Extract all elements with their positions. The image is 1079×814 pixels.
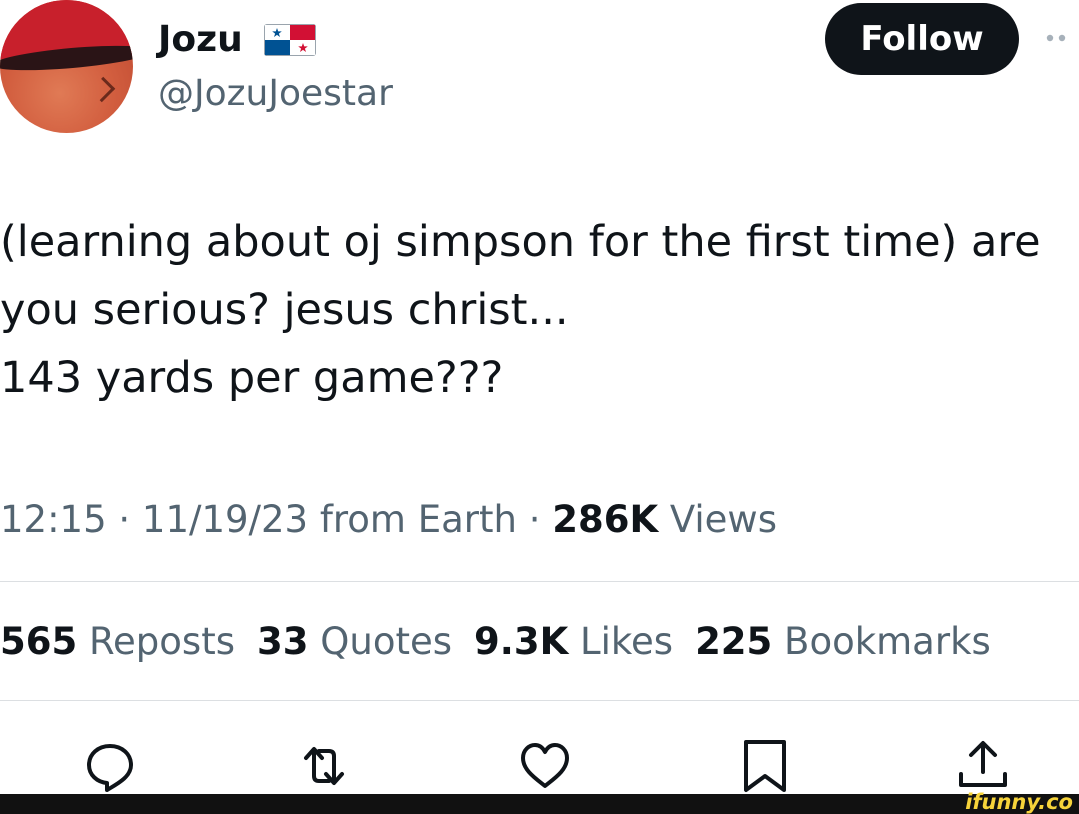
quotes-stat[interactable]: 33 Quotes <box>257 614 452 670</box>
tweet-text: (learning about oj simpson for the first… <box>0 208 1079 412</box>
views-count: 286K <box>552 498 659 541</box>
tweet-text-line: (learning about oj simpson for the first… <box>0 217 1041 267</box>
avatar[interactable] <box>0 0 133 133</box>
tweet-meta: 12:15 · 11/19/23 from Earth · 286K Views <box>0 492 777 548</box>
reposts-stat[interactable]: 565 Reposts <box>0 614 235 670</box>
bookmark-icon[interactable] <box>740 738 796 794</box>
reposts-label: Reposts <box>77 620 235 663</box>
author-handle[interactable]: @JozuJoestar <box>158 70 393 118</box>
follow-button[interactable]: Follow <box>825 3 1019 75</box>
like-icon[interactable] <box>517 738 573 794</box>
author-name[interactable]: Jozu <box>158 16 243 64</box>
likes-count: 9.3K <box>474 620 569 663</box>
more-options-icon[interactable] <box>1044 28 1076 48</box>
avatar-face <box>89 76 116 103</box>
quotes-count: 33 <box>257 620 309 663</box>
engagement-stats: 565 Reposts 33 Quotes 9.3K Likes 225 Bookma… <box>0 614 991 670</box>
reply-icon[interactable] <box>82 738 138 794</box>
bookmarks-count: 225 <box>695 620 773 663</box>
share-icon[interactable] <box>955 738 1011 794</box>
reposts-count: 565 <box>0 620 78 663</box>
ifunny-watermark: ifunny.co <box>965 790 1073 814</box>
watermark-bar: ifunny.co <box>0 790 1079 814</box>
bookmarks-stat[interactable]: 225 Bookmarks <box>695 614 991 670</box>
repost-icon[interactable] <box>296 738 352 794</box>
tweet-text-line: 143 yards per game??? <box>0 353 504 403</box>
divider <box>0 581 1079 582</box>
likes-label: Likes <box>568 620 674 663</box>
bookmarks-label: Bookmarks <box>772 620 991 663</box>
likes-stat[interactable]: 9.3K Likes <box>474 614 673 670</box>
quotes-label: Quotes <box>308 620 453 663</box>
views-label: Views <box>658 498 777 541</box>
divider <box>0 700 1079 701</box>
tweet-text-line: you serious? jesus christ... <box>0 285 569 335</box>
tweet-timestamp[interactable]: 12:15 · 11/19/23 from Earth · <box>0 498 552 541</box>
panama-flag-icon <box>264 24 316 56</box>
